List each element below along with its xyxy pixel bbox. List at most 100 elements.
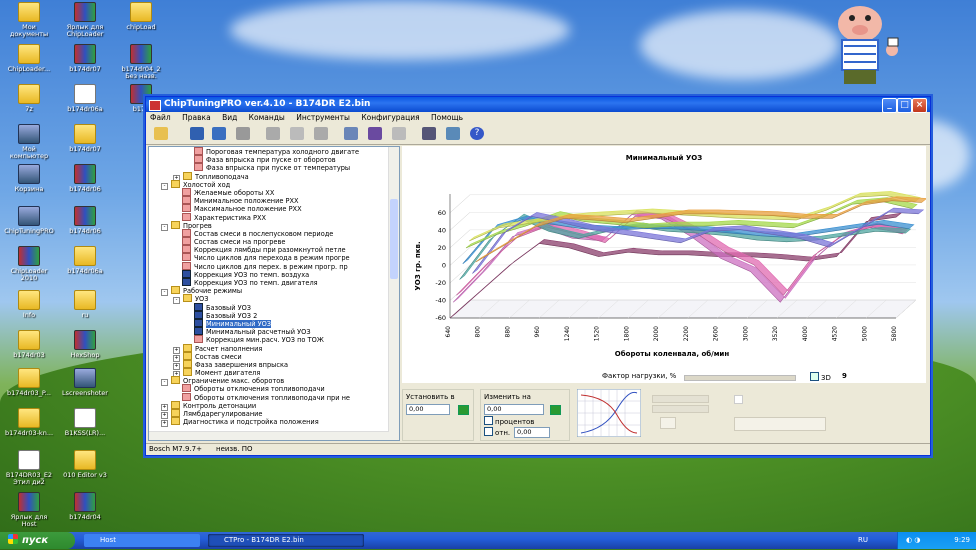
menu-commands[interactable]: Команды <box>249 113 285 122</box>
tree-item[interactable]: Максимальное положение РХХ <box>149 204 399 213</box>
menu-file[interactable]: Файл <box>150 113 171 122</box>
tree-folder[interactable]: - Холостой ход <box>149 179 399 190</box>
menu-help[interactable]: Помощь <box>431 113 463 122</box>
desktop-icon-3[interactable]: Info <box>0 290 58 319</box>
app-icon[interactable] <box>149 100 161 111</box>
desktop-icon-c2-12[interactable]: 010 Editor v3 <box>56 450 114 479</box>
tree-item[interactable]: Минимальный расчетный УОЗ <box>149 327 399 336</box>
monitor-icon[interactable] <box>446 127 460 140</box>
tree-vertical-scrollbar[interactable] <box>388 147 399 440</box>
tree-folder[interactable]: + Контроль детонации <box>149 400 399 411</box>
maximize-button[interactable]: □ <box>897 98 912 113</box>
tree-item[interactable]: Число циклов для перехода в режим прогре <box>149 253 399 262</box>
relative-check-box[interactable] <box>484 427 493 436</box>
tree-item[interactable]: Базовый УОЗ 2 <box>149 310 399 320</box>
search-icon[interactable] <box>392 127 406 140</box>
menu-tools[interactable]: Инструменты <box>296 113 350 122</box>
set-value-input[interactable]: 0,00 <box>406 404 450 415</box>
tree-item[interactable]: Состав смеси в послепусковом периоде <box>149 228 399 238</box>
desktop-icon-my-computer[interactable]: Мой компьютер <box>0 124 58 160</box>
tree-item[interactable]: Коррекция лямбды при разомкнутой петле <box>149 245 399 254</box>
tree-item[interactable]: Фаза впрыска при пуске от оборотов <box>149 155 399 164</box>
mini-curve-preview[interactable] <box>577 389 641 437</box>
desktop-icon-c2-9[interactable]: HexShop <box>56 330 114 359</box>
desktop-icon-c3-2[interactable]: b174dr04_2 Без назв. <box>112 44 170 80</box>
check-3d[interactable]: 3D <box>810 372 831 382</box>
tree-folder[interactable]: + Топливоподача <box>149 171 399 182</box>
percent-checkbox[interactable]: процентов <box>484 416 534 426</box>
menu-config[interactable]: Конфигурация <box>361 113 419 122</box>
desktop-icon-c2-11[interactable]: B1KSS(LR)... <box>56 408 114 437</box>
taskbar-item-host[interactable]: Host <box>84 534 200 547</box>
tree-item[interactable]: Минимальное положение РХХ <box>149 196 399 205</box>
tree-folder[interactable]: - Рабочие режимы <box>149 286 399 297</box>
tree-item[interactable]: Состав смеси на прогреве <box>149 237 399 246</box>
tree-item[interactable]: Характеристика РХХ <box>149 212 399 222</box>
set-apply-button[interactable] <box>458 405 469 415</box>
desktop-icon-c2-6[interactable]: b174dr06 <box>56 206 114 235</box>
help-icon[interactable]: ? <box>470 127 484 140</box>
taskbar-item-ctpro[interactable]: CTPro - B174DR E2.bin <box>208 534 364 547</box>
tree-folder[interactable]: + Диагностика и подстройка положения <box>149 417 399 428</box>
menu-edit[interactable]: Правка <box>182 113 211 122</box>
tree-item[interactable]: Пороговая температура холодного двигате <box>149 147 399 156</box>
paste-icon[interactable] <box>290 127 304 140</box>
desktop-icon-8[interactable]: Ярлык для Host <box>0 492 58 528</box>
tree-item[interactable]: Коррекция мин.расч. УОЗ по ТОЖ <box>149 335 399 344</box>
table-icon[interactable] <box>344 127 358 140</box>
tree-folder[interactable]: + Лямбдарегулирование <box>149 409 399 419</box>
title-bar[interactable]: ChipTuningPRO ver.4.10 - B174DR E2.bin _… <box>146 97 930 113</box>
desktop-icon-c2-5[interactable]: b174dr06 <box>56 164 114 193</box>
relative-value-input[interactable]: 0,00 <box>514 427 550 438</box>
tree-folder[interactable]: - Прогрев <box>149 220 399 231</box>
minimize-button[interactable]: _ <box>882 98 897 113</box>
change-apply-button[interactable] <box>550 405 561 415</box>
tree-item[interactable]: Базовый УОЗ <box>149 302 399 312</box>
percent-check-box[interactable] <box>484 416 493 425</box>
desktop-icon-c2-1[interactable]: Ярлык для ChipLoader <box>56 2 114 38</box>
tree-folder[interactable]: - УОЗ <box>149 294 399 305</box>
tree-item[interactable]: Коррекция УОЗ по темп. воздуха <box>149 269 399 279</box>
tree-item[interactable]: Число циклов для перех. в режим прогр. п… <box>149 261 399 271</box>
desktop-icon-c2-4[interactable]: b174dr07 <box>56 124 114 153</box>
desktop-icon-1[interactable]: ChipTuningPRO <box>0 206 58 235</box>
tree-folder[interactable]: + Момент двигателя <box>149 368 399 379</box>
tree-item[interactable]: Обороты отключения топливоподачи при не <box>149 392 399 402</box>
tree-item[interactable]: Фаза впрыска при пуске от температуры <box>149 163 399 172</box>
desktop-icon-5[interactable]: b174dr03_P... <box>0 368 58 397</box>
check-3d-box[interactable] <box>810 372 819 381</box>
print-icon[interactable] <box>236 127 250 140</box>
undo-icon[interactable] <box>314 127 328 140</box>
language-indicator[interactable]: RU <box>858 532 868 549</box>
desktop-icon-c2-7[interactable]: b174dr06a <box>56 246 114 275</box>
desktop-icon-2[interactable]: ChipLoader 2010 <box>0 246 58 282</box>
tree-item[interactable]: Коррекция УОЗ по темп. двигателя <box>149 278 399 287</box>
tree-folder[interactable]: + Расчет наполнения <box>149 343 399 354</box>
open-icon[interactable] <box>154 127 168 140</box>
desktop-icon-chiploader[interactable]: ChipLoader... <box>0 44 58 73</box>
save-icon[interactable] <box>190 127 204 140</box>
tree-item[interactable]: Желаемые обороты ХХ <box>149 187 399 197</box>
start-button[interactable]: пуск <box>0 532 75 549</box>
chart-3d[interactable]: Минимальный УОЗ Обороты коленвала, об/мин… <box>402 146 928 383</box>
desktop-icon-c3-1[interactable]: chipLoad <box>112 2 170 31</box>
save-as-icon[interactable] <box>212 127 226 140</box>
desktop-icon-my-documents[interactable]: Мои документы <box>0 2 58 38</box>
tree-folder[interactable]: + Фаза завершения впрыска <box>149 359 399 370</box>
diamond-icon[interactable] <box>368 127 382 140</box>
desktop-icon-c2-13[interactable]: b174dr04 <box>56 492 114 521</box>
tree-item[interactable]: Обороты отключения топливоподачи <box>149 384 399 393</box>
desktop-icon-6[interactable]: b174dr03-kn... <box>0 408 58 437</box>
tree-folder[interactable]: + Состав смеси <box>149 351 399 362</box>
relative-checkbox[interactable]: отн. <box>484 427 510 437</box>
close-button[interactable]: × <box>912 98 927 113</box>
desktop-icon-c2-8[interactable]: ru <box>56 290 114 319</box>
tree-horizontal-scrollbar[interactable] <box>149 431 389 440</box>
tree-folder[interactable]: - Ограничение макс. оборотов <box>149 376 399 387</box>
desktop-icon-c2-10[interactable]: Lscreenshoter <box>56 368 114 397</box>
desktop-icon-recycle[interactable]: Корзина <box>0 164 58 193</box>
desktop-icon-c2-2[interactable]: b174dr07 <box>56 44 114 73</box>
change-value-input[interactable]: 0,00 <box>484 404 544 415</box>
expand-toggle-icon[interactable]: + <box>161 420 168 428</box>
desktop-icon-c2-3[interactable]: b174dr06a <box>56 84 114 113</box>
